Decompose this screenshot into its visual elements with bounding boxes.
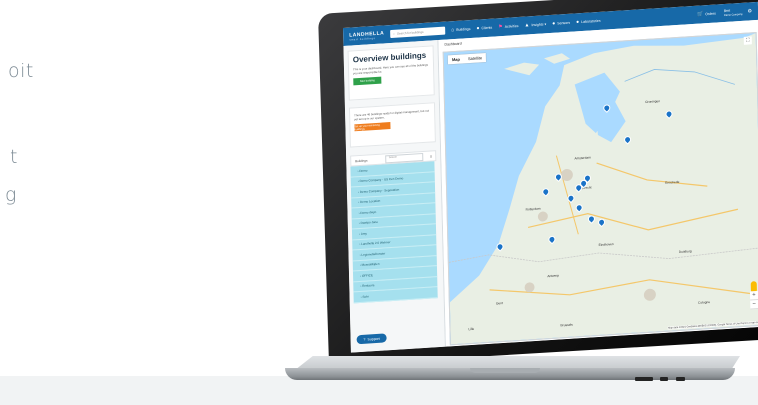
flag-icon: ⚑ (498, 23, 503, 31)
building-icon: ⌂ (451, 27, 455, 34)
user-name: Bert (723, 8, 731, 13)
nav-clients[interactable]: ● Clients (476, 25, 493, 32)
person-icon: ● (576, 19, 580, 26)
nav-label: Insights ▾ (531, 22, 547, 28)
nav-label: Sensors (557, 20, 571, 26)
zoom-out-button[interactable]: − (750, 299, 758, 310)
fullscreen-icon[interactable]: ⛶ (743, 36, 752, 45)
gear-icon[interactable]: ⚙ (748, 8, 753, 14)
user-menu[interactable]: Bert Demo Company (724, 7, 743, 17)
app-logo[interactable]: LANDHELLA smart buildings (349, 30, 384, 41)
tab-satellite[interactable]: Satellite (464, 53, 486, 63)
new-building-button[interactable]: New building (353, 76, 382, 86)
overview-card: Overview buildings This is your dashboar… (347, 45, 435, 101)
sidebar: Overview buildings This is your dashboar… (343, 40, 446, 353)
breadcrumb[interactable]: Dashboard (444, 42, 461, 47)
nav-label: Activities (504, 23, 519, 29)
map-city-label: Lille (468, 326, 475, 332)
map-city-label: Duisburg (678, 249, 692, 254)
user-company: Demo Company (723, 12, 743, 17)
buildings-list: › Demo › Demo Company - US Cen Demo › De… (350, 161, 438, 303)
search-icon: ⌕ (393, 31, 396, 36)
map-city-label: Antwerp (547, 273, 560, 279)
notice-card: There are 46 buildings ready for digital… (348, 102, 436, 148)
zoom-controls: + − (749, 291, 758, 310)
nav-laboratories[interactable]: ● Laboratories (576, 18, 601, 26)
map-city-label: Gent (495, 301, 503, 306)
map-view[interactable]: Map Satellite ⛶ + − Map data ©2021 GeoBa… (442, 32, 758, 346)
map-city-label: Brussels (560, 322, 573, 328)
search-input[interactable]: ⌕ Search for buildings (390, 26, 446, 39)
help-icon: ? (363, 337, 366, 342)
usb-port (676, 377, 685, 381)
nav-label: Clients (481, 25, 493, 31)
sort-icon[interactable]: ⇕ (430, 154, 433, 158)
tab-map[interactable]: Map (448, 54, 464, 64)
laptop-screen: LANDHELLA smart buildings ⌕ Search for b… (343, 1, 758, 353)
usb-port (660, 377, 668, 381)
nav-label: Laboratories (581, 18, 601, 25)
nav-buildings[interactable]: ⌂ Buildings (451, 26, 470, 33)
buildings-label: Buildings (355, 158, 368, 163)
nav-label: Buildings (456, 26, 471, 32)
user-icon: ● (476, 25, 480, 32)
support-button[interactable]: ? Support (356, 333, 387, 345)
setup-buildings-button[interactable]: Set up your remaining buildings (354, 122, 391, 132)
orders-link[interactable]: Orders (705, 12, 716, 17)
chart-icon: ▲ (524, 22, 530, 29)
search-placeholder: Search for buildings (396, 29, 424, 36)
person-icon: ● (552, 20, 556, 27)
usb-port (635, 377, 653, 381)
user-area: 🛒 Orders Bert Demo Company ⚙ (697, 7, 752, 19)
map-city-label: Cologne (698, 300, 711, 305)
laptop: LANDHELLA smart buildings ⌕ Search for b… (0, 0, 758, 405)
support-label: Support (367, 336, 380, 342)
map-land (448, 33, 758, 345)
main-content: Dashboard Map Satellite ⛶ + − Map data ©… (438, 19, 758, 347)
nav-activities[interactable]: ⚑ Activities (498, 23, 518, 30)
intro-text: This is your dashboard. Here you can see… (352, 62, 428, 76)
notice-text: There are 46 buildings ready for digital… (354, 108, 430, 122)
laptop-notch (470, 368, 540, 373)
street-view-icon[interactable] (750, 281, 757, 292)
nav-sensors[interactable]: ● Sensors (552, 20, 570, 27)
cart-icon[interactable]: 🛒 (697, 11, 703, 17)
nav-insights[interactable]: ▲ Insights ▾ (524, 21, 546, 28)
